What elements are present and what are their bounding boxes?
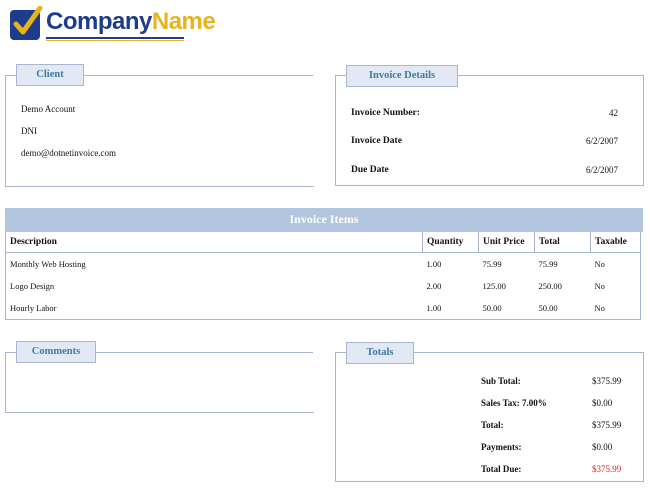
table-row: Monthly Web Hosting 1.00 75.99 75.99 No xyxy=(6,253,641,276)
item-unit-price: 50.00 xyxy=(482,303,502,313)
table-row: Hourly Labor 1.00 50.00 50.00 No xyxy=(6,297,641,320)
item-quantity: 1.00 xyxy=(426,259,442,269)
item-total: 250.00 xyxy=(538,281,562,291)
totals-panel: Totals Sub Total: $375.99 Sales Tax: 7.0… xyxy=(335,342,644,482)
invoice-details-tab: Invoice Details xyxy=(346,65,458,87)
company-logo: CompanyName xyxy=(10,4,216,44)
item-quantity: 1.00 xyxy=(426,303,442,313)
item-unit-price: 125.00 xyxy=(482,281,506,291)
client-tab: Client xyxy=(16,64,84,86)
table-row: Logo Design 2.00 125.00 250.00 No xyxy=(6,275,641,297)
column-header-taxable: Taxable xyxy=(590,232,641,253)
item-description: Logo Design xyxy=(10,281,55,291)
column-header-description: Description xyxy=(5,232,423,253)
total-due-label: Total Due: xyxy=(481,464,522,474)
item-total: 50.00 xyxy=(538,303,558,313)
item-taxable: No xyxy=(594,259,605,269)
item-description: Monthly Web Hosting xyxy=(10,259,86,269)
subtotal-value: $375.99 xyxy=(592,376,622,386)
logo-underline xyxy=(46,37,184,39)
client-email: demo@dotnetinvoice.com xyxy=(21,148,117,158)
item-unit-price: 75.99 xyxy=(482,259,502,269)
table-header-row: Description Quantity Unit Price Total Ta… xyxy=(5,232,641,253)
client-panel: Client Demo Account DNI demo@dotnetinvoi… xyxy=(5,64,314,187)
invoice-date-value: 6/2/2007 xyxy=(585,136,618,146)
client-account-name: Demo Account xyxy=(21,104,76,114)
item-quantity: 2.00 xyxy=(426,281,442,291)
payments-label: Payments: xyxy=(481,442,522,452)
invoice-number-value: 42 xyxy=(609,108,618,118)
sales-tax-value: $0.00 xyxy=(592,398,613,408)
column-header-total: Total xyxy=(534,232,591,253)
client-panel-frame xyxy=(5,75,314,187)
invoice-number-label: Invoice Number: xyxy=(351,108,420,118)
company-name: CompanyName xyxy=(46,8,216,35)
invoice-items-title: Invoice Items xyxy=(5,208,643,232)
total-due-value: $375.99 xyxy=(592,464,622,474)
due-date-value: 6/2/2007 xyxy=(585,165,618,175)
checkmark-logo-icon xyxy=(10,6,43,40)
total-label: Total: xyxy=(481,420,504,430)
comments-tab: Comments xyxy=(16,341,96,363)
column-header-quantity: Quantity xyxy=(422,232,479,253)
item-description: Hourly Labor xyxy=(10,303,57,313)
sales-tax-label: Sales Tax: 7.00% xyxy=(481,398,547,408)
comments-panel: Comments xyxy=(5,341,314,413)
payments-value: $0.00 xyxy=(592,442,613,452)
totals-tab: Totals xyxy=(346,342,414,364)
item-taxable: No xyxy=(594,303,605,313)
invoice-date-label: Invoice Date xyxy=(351,136,402,146)
client-company: DNI xyxy=(21,126,37,136)
column-header-unit-price: Unit Price xyxy=(478,232,535,253)
logo-underline-accent xyxy=(46,40,184,41)
invoice-details-panel: Invoice Details Invoice Number: 42 Invoi… xyxy=(335,65,644,186)
subtotal-label: Sub Total: xyxy=(481,376,521,386)
invoice-items-table: Description Quantity Unit Price Total Ta… xyxy=(5,232,641,320)
item-taxable: No xyxy=(594,281,605,291)
due-date-label: Due Date xyxy=(351,165,389,175)
total-value: $375.99 xyxy=(592,420,622,430)
item-total: 75.99 xyxy=(538,259,558,269)
